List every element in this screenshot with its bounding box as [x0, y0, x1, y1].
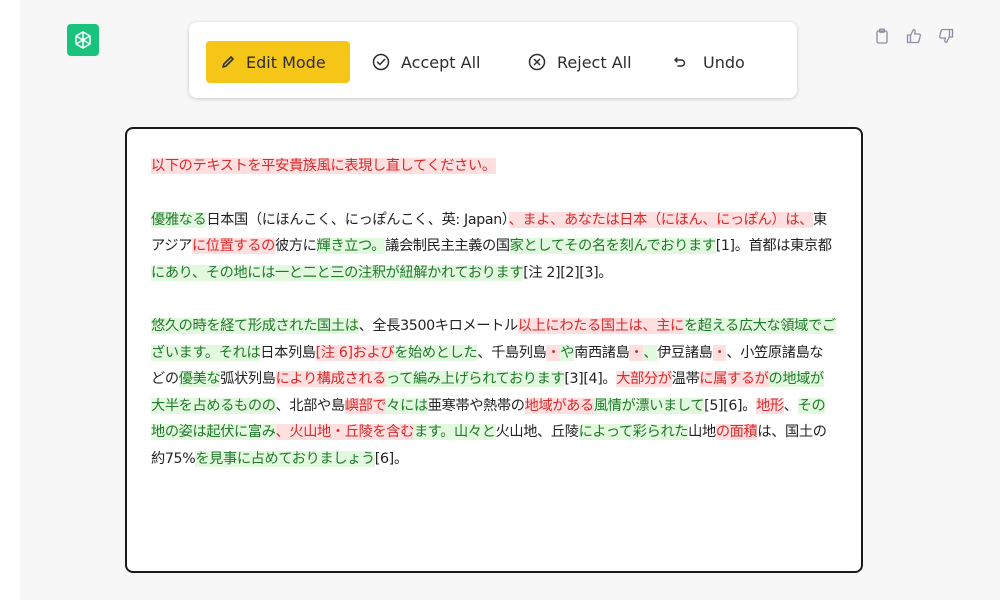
like-button[interactable]: [906, 26, 922, 46]
edit-mode-label: Edit Mode: [246, 52, 326, 72]
plain-text: 弧状列島: [220, 371, 276, 387]
deleted-text[interactable]: 、まよ、あなたは日本（にほん、にっぽん）は、: [508, 211, 813, 228]
plain-text: 南西諸島: [574, 344, 630, 361]
inserted-text[interactable]: によって彩られた: [578, 424, 689, 440]
deleted-text[interactable]: 地域がある: [524, 397, 594, 414]
inserted-text[interactable]: 輝き立つ。: [316, 238, 385, 254]
plain-text: [5][6]。: [704, 397, 757, 414]
inserted-text[interactable]: 家としてその名を刻んでおります: [509, 238, 716, 254]
deleted-text[interactable]: に属するが: [699, 371, 769, 387]
reject-all-label: Reject All: [557, 52, 632, 72]
thumbs-up-icon: [906, 28, 922, 44]
plain-text: 日本国（にほんこく、にっぽんこく、英: Japan）: [206, 211, 509, 228]
suggestion-toolbar: Edit Mode Accept All Reject All Undo: [189, 22, 797, 98]
inserted-text[interactable]: や: [560, 344, 574, 361]
inserted-text[interactable]: ます。山々と: [413, 424, 496, 440]
inserted-text[interactable]: 風情が漂いまして: [593, 397, 704, 414]
inserted-text[interactable]: を始めとした: [394, 344, 478, 361]
deleted-text[interactable]: 嶼部で: [344, 397, 387, 414]
plain-text: 、全長3500キロメートル: [358, 318, 519, 334]
plain-text: 、: [783, 397, 798, 414]
openai-logo-icon: [75, 31, 91, 49]
copy-button[interactable]: [874, 26, 890, 46]
undo-arrow-icon: [674, 57, 686, 67]
accept-all-button[interactable]: Accept All: [369, 41, 480, 83]
document-paragraph: 悠久の時を経て形成された国土は、全長3500キロメートル以上にわたる国土は、主に…: [151, 313, 837, 472]
deleted-text[interactable]: 大部分が: [616, 371, 672, 387]
deleted-text[interactable]: 、火山地・丘陵を含む: [275, 424, 414, 440]
inserted-text[interactable]: にあり、その地には一と二と三の注釈が紐解かれております: [151, 264, 524, 281]
deleted-text[interactable]: に位置するの: [191, 238, 275, 254]
plain-text: 彼方に: [274, 238, 317, 254]
deleted-text[interactable]: 以上にわたる国土は、主に: [517, 318, 684, 334]
plain-text: 温帯: [671, 371, 700, 387]
assistant-avatar: [67, 24, 99, 56]
undo-label: Undo: [703, 52, 745, 72]
dislike-button[interactable]: [938, 26, 954, 46]
deleted-text[interactable]: 以下のテキストを平安貴族風に表現し直してください。: [151, 158, 496, 174]
plain-text: 日本列島: [260, 344, 316, 361]
plain-text: 火山地、丘陵: [495, 424, 579, 440]
plain-text: 、北部や島: [275, 397, 346, 414]
plain-text: 、千島列島: [477, 344, 547, 361]
deleted-text[interactable]: ・: [546, 344, 561, 361]
plain-text: 亜寒帯や熱帯の: [427, 397, 525, 414]
plain-text: [1]。首都は東京都: [715, 238, 832, 254]
document-paragraph: 以下のテキストを平安貴族風に表現し直してください。: [151, 153, 837, 180]
deleted-text[interactable]: ・: [629, 344, 644, 361]
inserted-text[interactable]: 々には: [386, 397, 428, 414]
inserted-text[interactable]: 悠久の時を経て形成された国土は: [151, 318, 359, 334]
plain-text: [6]。: [374, 450, 408, 467]
deleted-text[interactable]: の面積: [715, 424, 758, 440]
plain-text: 伊豆諸島: [657, 344, 713, 361]
undo-button[interactable]: Undo: [673, 41, 745, 83]
plain-text: [注 2][2][3]。: [523, 264, 613, 281]
plain-text: 議会制民主主義の国: [385, 238, 510, 254]
deleted-text[interactable]: ・: [712, 344, 727, 361]
check-circle-icon: [372, 53, 390, 71]
edit-mode-button[interactable]: Edit Mode: [206, 41, 350, 83]
document-paragraph: 優雅なる日本国（にほんこく、にっぽんこく、英: Japan）、まよ、あなたは日本…: [151, 207, 837, 287]
deleted-text[interactable]: により構成される: [275, 371, 386, 387]
thumbs-down-icon: [938, 28, 954, 44]
x-circle-icon: [528, 53, 546, 71]
accept-all-label: Accept All: [401, 52, 481, 72]
clipboard-icon: [876, 28, 888, 44]
inserted-text[interactable]: を見事に占めておりましょう: [195, 450, 375, 467]
inserted-text[interactable]: って編み上げられております: [385, 371, 565, 387]
deleted-text[interactable]: [注 6]および: [315, 344, 395, 361]
deleted-text[interactable]: 地形: [756, 397, 784, 414]
reject-all-button[interactable]: Reject All: [527, 41, 632, 83]
plain-text: [3][4]。: [564, 371, 617, 387]
inserted-text[interactable]: 優雅なる: [151, 211, 207, 228]
plain-text: 山地: [688, 424, 716, 440]
pencil-icon: [222, 56, 234, 68]
suggested-edit-document[interactable]: 以下のテキストを平安貴族風に表現し直してください。 優雅なる日本国（にほんこく、…: [125, 127, 863, 573]
inserted-text[interactable]: 優美な: [178, 371, 221, 387]
inserted-text[interactable]: 、: [643, 344, 658, 361]
